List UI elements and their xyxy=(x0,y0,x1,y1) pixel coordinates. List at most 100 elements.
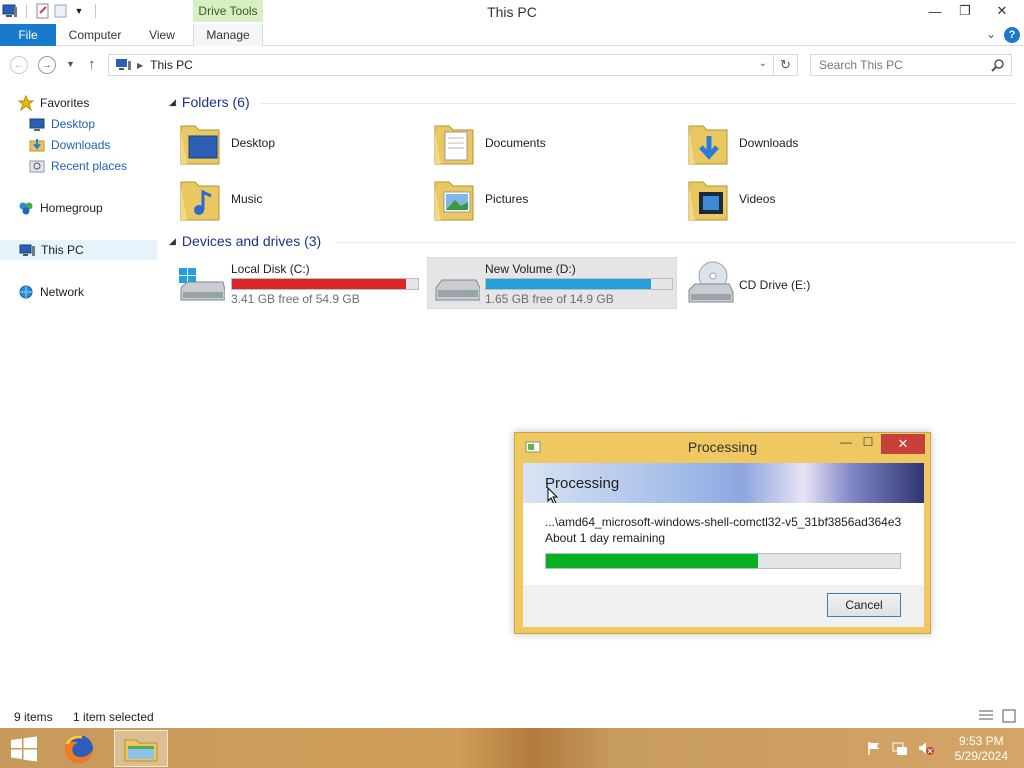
nav-favorites[interactable]: Favorites xyxy=(17,93,90,113)
up-button[interactable]: ↑ xyxy=(88,56,96,73)
back-button[interactable]: ← xyxy=(10,56,28,74)
folder-documents[interactable]: Documents xyxy=(433,120,546,166)
address-dropdown-icon[interactable]: ⌄ xyxy=(759,58,767,69)
cd-drive-icon xyxy=(688,261,734,303)
dialog-minimize-button[interactable]: — xyxy=(835,435,857,453)
quick-access-toolbar: ▼ xyxy=(2,3,102,19)
navigation-pane: Favorites Desktop Downloads Recent place… xyxy=(0,84,160,704)
large-icons-view-icon[interactable] xyxy=(1002,709,1016,726)
nav-network-label: Network xyxy=(40,285,85,299)
navigation-bar: ← → ▼ ↑ ▶ This PC ⌄ ↻ Search This PC xyxy=(0,46,1024,84)
chevron-down-icon[interactable]: ▼ xyxy=(71,3,87,19)
expand-ribbon-chevron-icon[interactable]: ⌄ xyxy=(986,27,996,43)
forward-button[interactable]: → xyxy=(38,56,56,74)
recent-places-icon xyxy=(29,158,45,174)
music-folder-icon xyxy=(179,176,221,222)
action-center-flag-icon[interactable] xyxy=(866,740,882,756)
clock-date: 5/29/2024 xyxy=(954,749,1008,763)
breadcrumb-separator-icon[interactable]: ▶ xyxy=(137,61,143,70)
dialog-file-path: ...\amd64_microsoft-windows-shell-comctl… xyxy=(545,515,901,529)
nav-downloads-label: Downloads xyxy=(51,138,111,152)
folder-desktop[interactable]: Desktop xyxy=(179,120,275,166)
dialog-body: Processing ...\amd64_microsoft-windows-s… xyxy=(523,463,924,627)
downloads-icon xyxy=(29,137,45,153)
nav-favorites-label: Favorites xyxy=(40,96,90,110)
collapse-triangle-icon[interactable]: ◢ xyxy=(169,97,176,108)
search-placeholder: Search This PC xyxy=(819,58,903,72)
hard-drive-icon xyxy=(435,279,480,301)
minimize-button[interactable]: — xyxy=(920,0,950,22)
nav-recent-places[interactable]: Recent places xyxy=(29,156,127,176)
refresh-button[interactable]: ↻ xyxy=(773,55,797,75)
new-folder-icon[interactable] xyxy=(53,3,69,19)
dialog-content: ...\amd64_microsoft-windows-shell-comctl… xyxy=(523,503,924,585)
dialog-banner: Processing xyxy=(523,463,924,505)
folder-label: Music xyxy=(231,192,263,206)
search-input[interactable]: Search This PC xyxy=(810,54,1012,76)
videos-folder-icon xyxy=(687,176,729,222)
firefox-icon[interactable] xyxy=(62,732,96,766)
close-button[interactable]: ✕ xyxy=(980,0,1024,22)
folders-group-header[interactable]: ◢ Folders (6) xyxy=(169,94,250,110)
nav-this-pc-label: This PC xyxy=(41,243,84,257)
drive-e[interactable]: CD Drive (E:) xyxy=(683,258,843,308)
star-icon xyxy=(17,94,35,112)
address-bar[interactable]: ▶ This PC ⌄ ↻ xyxy=(108,54,798,76)
collapse-triangle-icon[interactable]: ◢ xyxy=(169,236,176,247)
folder-videos[interactable]: Videos xyxy=(687,176,775,222)
window-title: This PC xyxy=(487,4,537,20)
drive-free-space: 1.65 GB free of 14.9 GB xyxy=(485,292,614,306)
folder-label: Desktop xyxy=(231,136,276,150)
drive-name: New Volume (D:) xyxy=(485,262,576,276)
folder-label: Documents xyxy=(485,136,546,150)
nav-this-pc[interactable]: This PC xyxy=(0,240,157,260)
pictures-folder-icon xyxy=(433,176,475,222)
folder-downloads[interactable]: Downloads xyxy=(687,120,798,166)
volume-muted-icon[interactable] xyxy=(918,740,934,756)
file-explorer-taskbar-button[interactable] xyxy=(114,730,168,767)
homegroup-icon xyxy=(18,200,34,216)
details-view-icon[interactable] xyxy=(978,709,994,726)
nav-downloads[interactable]: Downloads xyxy=(29,135,110,155)
help-icon[interactable]: ? xyxy=(1004,27,1020,43)
processing-dialog: Processing — ☐ ✕ Processing ...\amd64_mi… xyxy=(514,432,931,634)
tab-file[interactable]: File xyxy=(0,24,56,46)
tab-view[interactable]: View xyxy=(140,24,184,46)
nav-network[interactable]: Network xyxy=(18,282,84,302)
system-tray xyxy=(866,740,934,756)
drive-usage-bar xyxy=(231,278,419,290)
folders-header-label: Folders (6) xyxy=(181,94,250,110)
drive-c[interactable]: Local Disk (C:) 3.41 GB free of 54.9 GB xyxy=(171,258,421,308)
nav-desktop[interactable]: Desktop xyxy=(29,114,95,134)
recent-locations-chevron-icon[interactable]: ▼ xyxy=(66,59,75,69)
dialog-maximize-button[interactable]: ☐ xyxy=(857,435,879,453)
nav-homegroup[interactable]: Homegroup xyxy=(18,198,103,218)
properties-icon[interactable] xyxy=(35,3,51,19)
search-icon[interactable] xyxy=(991,58,1005,75)
restore-button[interactable]: ❐ xyxy=(950,0,980,22)
this-pc-icon xyxy=(115,59,131,71)
taskbar-clock[interactable]: 9:53 PM 5/29/2024 xyxy=(955,734,1008,764)
downloads-folder-icon xyxy=(687,120,729,166)
title-bar: ▼ Drive Tools This PC — ❐ ✕ xyxy=(0,0,1024,24)
status-item-count: 9 items xyxy=(14,710,53,724)
nav-desktop-label: Desktop xyxy=(51,117,96,131)
taskbar: 9:53 PM 5/29/2024 xyxy=(0,728,1024,768)
dialog-close-button[interactable]: ✕ xyxy=(881,434,925,454)
clock-time: 9:53 PM xyxy=(958,734,1004,748)
network-tray-icon[interactable] xyxy=(892,740,908,756)
tab-manage[interactable]: Manage xyxy=(193,24,263,46)
nav-recent-places-label: Recent places xyxy=(51,159,128,173)
windows-start-icon[interactable] xyxy=(10,736,38,762)
drives-group-header[interactable]: ◢ Devices and drives (3) xyxy=(169,233,321,249)
folder-pictures[interactable]: Pictures xyxy=(433,176,528,222)
documents-folder-icon xyxy=(433,120,475,166)
this-pc-icon[interactable] xyxy=(2,3,18,19)
folder-music[interactable]: Music xyxy=(179,176,262,222)
drive-d[interactable]: New Volume (D:) 1.65 GB free of 14.9 GB xyxy=(427,257,677,309)
drive-name: Local Disk (C:) xyxy=(231,262,310,276)
cancel-button[interactable]: Cancel xyxy=(827,593,901,617)
folder-label: Pictures xyxy=(485,192,529,206)
tab-computer[interactable]: Computer xyxy=(60,24,130,46)
breadcrumb[interactable]: This PC xyxy=(150,58,193,72)
